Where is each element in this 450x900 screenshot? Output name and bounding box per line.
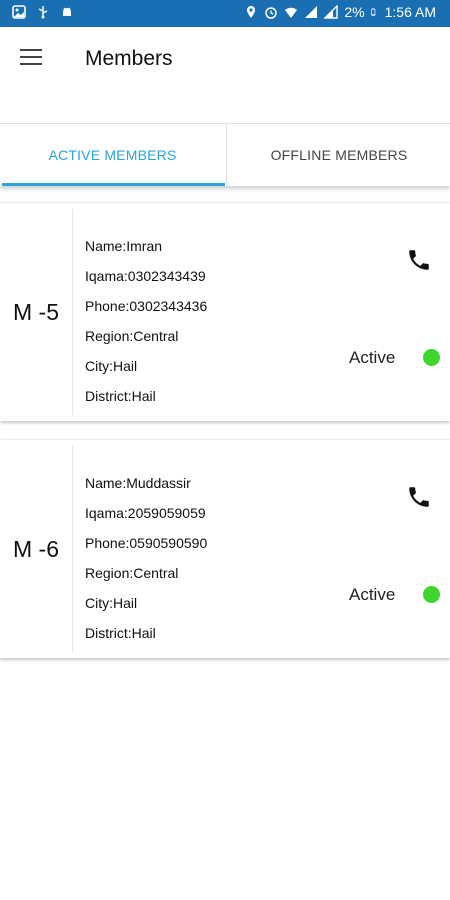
member-name: Name:Imran xyxy=(85,238,163,254)
card-divider xyxy=(72,209,73,415)
member-details: Name:Imran Iqama:0302343439 Phone:030234… xyxy=(85,231,207,411)
gallery-icon xyxy=(12,5,26,19)
tab-label: ACTIVE MEMBERS xyxy=(48,147,177,163)
member-phone: Phone:0590590590 xyxy=(85,535,208,551)
online-status-dot xyxy=(423,349,440,366)
wifi-icon xyxy=(285,7,298,18)
menu-icon[interactable] xyxy=(20,49,42,67)
member-district: District:Hail xyxy=(85,625,156,641)
alarm-icon xyxy=(265,7,278,19)
member-card[interactable]: M -5 Name:Imran Iqama:0302343439 Phone:0… xyxy=(0,202,450,421)
status-bar: 2% 1:56 AM xyxy=(0,0,450,27)
member-region: Region:Central xyxy=(85,565,179,581)
member-list: M -5 Name:Imran Iqama:0302343439 Phone:0… xyxy=(0,202,450,676)
member-status-label: Active xyxy=(349,585,396,604)
phone-icon[interactable] xyxy=(406,247,432,273)
member-region: Region:Central xyxy=(85,328,179,344)
member-iqama: Iqama:2059059059 xyxy=(85,505,206,521)
member-code: M -5 xyxy=(13,298,59,325)
clock: 1:56 AM xyxy=(384,4,436,20)
member-phone: Phone:0302343436 xyxy=(85,298,208,314)
tab-label: OFFLINE MEMBERS xyxy=(270,147,408,163)
card-divider xyxy=(72,446,73,652)
online-status-dot xyxy=(423,586,440,603)
member-card[interactable]: M -6 Name:Muddassir Iqama:2059059059 Pho… xyxy=(0,439,450,658)
page-title: Members xyxy=(85,47,173,70)
tab-offline-members[interactable]: OFFLINE MEMBERS xyxy=(226,124,450,186)
member-city: City:Hail xyxy=(85,358,138,374)
usb-icon xyxy=(38,6,48,19)
android-icon xyxy=(63,7,71,16)
system-icons: 2% 1:56 AM xyxy=(244,4,436,20)
member-status-label: Active xyxy=(349,348,396,367)
battery-icon xyxy=(370,8,375,16)
member-details: Name:Muddassir Iqama:2059059059 Phone:05… xyxy=(85,468,207,648)
app-bar: Members xyxy=(0,27,450,122)
battery-percent: 2% xyxy=(344,4,365,20)
notification-icons xyxy=(12,5,74,19)
member-city: City:Hail xyxy=(85,595,138,611)
member-name: Name:Muddassir xyxy=(85,475,191,491)
tab-active-members[interactable]: ACTIVE MEMBERS xyxy=(0,124,225,186)
member-code: M -6 xyxy=(13,535,59,562)
signal-icon xyxy=(305,6,318,18)
member-tabs: ACTIVE MEMBERS OFFLINE MEMBERS xyxy=(0,123,450,186)
member-iqama: Iqama:0302343439 xyxy=(85,268,206,284)
signal-2-icon xyxy=(324,5,339,19)
tab-indicator xyxy=(2,183,225,186)
location-icon xyxy=(247,6,256,18)
phone-icon[interactable] xyxy=(406,484,432,510)
member-district: District:Hail xyxy=(85,388,156,404)
